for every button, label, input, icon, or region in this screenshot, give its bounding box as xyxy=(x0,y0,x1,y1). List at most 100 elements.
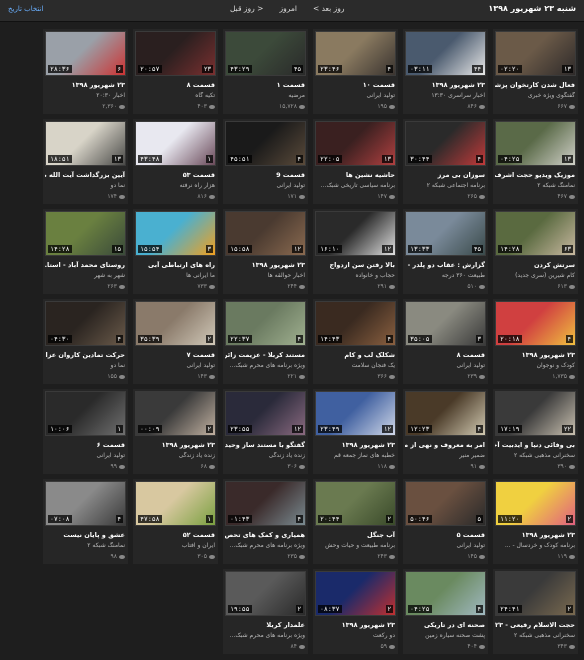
video-thumbnail[interactable]: ۴۳:۴۸ ۱ xyxy=(135,121,216,166)
video-card[interactable]: ۱۴:۴۳ ۴ شکلک لب و کام یک فنجان سلامت ۳۶۶ xyxy=(313,299,398,384)
program-name[interactable]: زنده یاد زندگی xyxy=(135,452,215,459)
video-thumbnail[interactable]: ۴۳:۲۹ ۴۵ xyxy=(225,31,306,76)
video-title[interactable]: موزیک ویدیو حجت اشرف... xyxy=(495,171,575,179)
video-title[interactable]: قسمت ۱ xyxy=(225,81,305,89)
video-thumbnail[interactable]: ۰۰:۰۹ ۲ xyxy=(135,391,216,436)
video-card[interactable]: ۴۳:۴۸ ۱ قسمت ۵۳ هزار راه نرفته ۸۱۶ xyxy=(133,119,218,204)
video-title[interactable]: عشق و پایان نیست xyxy=(45,531,125,539)
video-thumbnail[interactable]: ۰۴:۲۵ ۱۳ xyxy=(495,121,576,166)
video-title[interactable]: بالا رفتن سن ازدواج xyxy=(315,261,395,269)
video-card[interactable]: ۱۶:۱۰ ۱۲ بالا رفتن سن ازدواج حجاب و خانواده… xyxy=(313,209,398,294)
video-title[interactable]: ۲۳ شهریور ۱۳۹۸ xyxy=(405,81,485,89)
program-name[interactable]: اخبار سراسری ۱۳:۳۰ xyxy=(405,92,485,99)
video-title[interactable]: شکلک لب و کام xyxy=(315,351,395,359)
program-name[interactable]: کام شیرین (سری جدید) xyxy=(495,272,575,279)
video-card[interactable]: ۱۷:۱۹ ۲۲ بی وفائی دنیا و ایدبیت آخرت سخنران… xyxy=(493,389,578,474)
program-name[interactable]: نما دو xyxy=(45,182,125,189)
program-name[interactable]: ویژه برنامه های محرم شبک... xyxy=(225,542,305,549)
program-name[interactable]: ویژه برنامه های محرم شبک... xyxy=(225,362,305,369)
video-title[interactable]: قسمت ۵ xyxy=(405,531,485,539)
program-name[interactable]: پشت صحنه سیاره زمین xyxy=(405,632,485,639)
program-name[interactable]: تولید ایرانی xyxy=(225,182,305,189)
video-title[interactable]: همیاری و کمک های تحص... xyxy=(225,531,305,539)
video-thumbnail[interactable]: ۲۳:۴۹ ۱۲ xyxy=(315,391,396,436)
video-card[interactable]: ۰۴:۲۵ ۱۳ موزیک ویدیو حجت اشرف... نمامنگ شبک… xyxy=(493,119,578,204)
video-thumbnail[interactable]: ۰۷:۰۸ ۴ xyxy=(45,481,126,526)
video-title[interactable]: قسمت ۵۳ xyxy=(135,171,215,179)
video-thumbnail[interactable]: ۰۱:۴۳ ۴ xyxy=(225,481,306,526)
program-name[interactable]: ضمیر منیر xyxy=(405,452,485,459)
program-name[interactable]: سخنرانی مذهبی شبکه ۲ xyxy=(495,452,575,459)
video-thumbnail[interactable]: ۲۸:۳۶ ۶ xyxy=(45,31,126,76)
program-name[interactable]: کودک و نوجوان xyxy=(495,362,575,369)
video-title[interactable]: علمدار کربلا xyxy=(225,621,305,629)
video-thumbnail[interactable]: ۲۲:۳۷ ۴ xyxy=(225,301,306,346)
video-title[interactable]: سرتش کردن xyxy=(495,261,575,269)
program-name[interactable]: شهر به شهر xyxy=(45,272,125,279)
video-title[interactable]: بی وفائی دنیا و ایدبیت آخرت xyxy=(495,441,575,449)
video-title[interactable]: روستای محمد آباد - استا... xyxy=(45,261,125,269)
video-title[interactable]: قسمت 9 xyxy=(225,171,305,179)
program-name[interactable]: هزار راه نرفته xyxy=(135,182,215,189)
video-card[interactable]: ۱۸:۵۱ ۱۳ آیین بزرگداشت آیت الله ط... نما دو… xyxy=(43,119,128,204)
video-card[interactable]: ۱۵:۵۸ ۱۲ ۲۳ شهریور ۱۳۹۸ اخبار حوالقه ها ۲۴۴ xyxy=(223,209,308,294)
video-thumbnail[interactable]: ۵۰:۴۶ ۵ xyxy=(405,481,486,526)
video-card[interactable]: ۳۵:۰۵ ۳ قسمت ۸ تولید ایرانی ۲۳۹ xyxy=(403,299,488,384)
video-title[interactable]: قسمت ۷ xyxy=(135,351,215,359)
video-thumbnail[interactable]: ۱۹:۵۵ ۲ xyxy=(225,571,306,616)
video-card[interactable]: ۱۵:۵۴ ۳ راه های ارتباطی آبی ما ایرانی ها ۷۳۳ xyxy=(133,209,218,294)
video-card[interactable]: ۳۵:۳۹ ۲ قسمت ۷ تولید ایرانی ۱۴۳ xyxy=(133,299,218,384)
video-card[interactable]: ۰۸:۳۷ ۲ ۲۳ شهریور ۱۳۹۸ دو رکعت ۵۹ xyxy=(313,569,398,654)
video-thumbnail[interactable]: ۲۳:۵۵ ۱۲ xyxy=(225,391,306,436)
video-thumbnail[interactable]: ۱۳:۳۳ ۴۵ xyxy=(405,211,486,256)
video-card[interactable]: ۲۴:۴۱ ۲ حجت الاسلام رفیعی - ۲۳... سخنرانی م… xyxy=(493,569,578,654)
video-thumbnail[interactable]: ۰۲:۲۰ ۱۳ xyxy=(495,31,576,76)
video-thumbnail[interactable]: ۱۸:۵۱ ۱۳ xyxy=(45,121,126,166)
video-title[interactable]: ۲۳ شهریور ۱۳۹۸ xyxy=(495,351,575,359)
video-card[interactable]: ۴۳:۲۹ ۴۵ قسمت ۱ مرضیه ۱۵,۷۲۸ xyxy=(223,29,308,114)
video-thumbnail[interactable]: ۴۷:۵۸ ۱ xyxy=(135,481,216,526)
video-card[interactable]: ۲۸:۳۶ ۶ ۲۳ شهریور ۱۳۹۸ اخبار ۲۰:۳۰ ۲,۳۶۰ xyxy=(43,29,128,114)
video-title[interactable]: سوزان بی مرز xyxy=(405,171,485,179)
video-thumbnail[interactable]: ۲۳:۴۶ ۴ xyxy=(315,31,396,76)
video-title[interactable]: قسمت ۸ xyxy=(405,351,485,359)
video-title[interactable]: حجت الاسلام رفیعی - ۲۳... xyxy=(495,621,575,629)
video-title[interactable]: قسمت ۱۰ xyxy=(315,81,395,89)
video-thumbnail[interactable]: ۰۴:۳۰ ۴ xyxy=(45,301,126,346)
video-card[interactable]: ۰۱:۴۳ ۴ همیاری و کمک های تحص... ویژه برنامه… xyxy=(223,479,308,564)
video-title[interactable]: گفتگو با مستند ساز وحید ... xyxy=(225,441,305,449)
video-title[interactable]: راه های ارتباطی آبی xyxy=(135,261,215,269)
video-card[interactable]: ۱۴:۲۸ ۶۳ سرتش کردن کام شیرین (سری جدید) ۶۱۳ xyxy=(493,209,578,294)
program-name[interactable]: سخنرانی مذهبی شبکه ۲ xyxy=(495,632,575,639)
video-title[interactable]: ۲۳ شهریور ۱۳۹۸ xyxy=(495,531,575,539)
video-card[interactable]: ۰۴:۲۵ ۴ صحنه ای در تاریکی پشت صحنه سیاره زم… xyxy=(403,569,488,654)
program-name[interactable]: طبیعت ۳۶۰ درجه xyxy=(405,272,485,279)
program-name[interactable]: تولید ایرانی xyxy=(45,452,125,459)
program-name[interactable]: اخبار ۲۰:۳۰ xyxy=(45,92,125,99)
video-thumbnail[interactable]: ۲۰:۵۷ ۲۳ xyxy=(135,31,216,76)
video-card[interactable]: ۲۰:۵۷ ۲۳ قسمت ۸ تکیه گاه ۴۰۳ xyxy=(133,29,218,114)
video-card[interactable]: ۰۷:۰۸ ۴ عشق و پایان نیست نمامنگ شبکه ۲ ۹۸ xyxy=(43,479,128,564)
video-card[interactable]: ۵۰:۴۶ ۵ قسمت ۵ تولید ایرانی ۱۴۵ xyxy=(403,479,488,564)
program-name[interactable]: زنده یاد زندگی xyxy=(225,452,305,459)
video-card[interactable]: ۱۲:۲۳ ۴ امر به معروف و نهی از منکر ضمیر منی… xyxy=(403,389,488,474)
video-title[interactable]: گزارش : عقاب دو پلدر - ڤ... xyxy=(405,261,485,269)
video-thumbnail[interactable]: ۲۲:۰۵ ۱۳ xyxy=(315,121,396,166)
video-card[interactable]: ۲۲:۰۵ ۱۳ حاشیه نشین ها برنامه سیاسی تاریخی … xyxy=(313,119,398,204)
program-name[interactable]: ایران و آفتاب xyxy=(135,542,215,549)
video-card[interactable]: ۲۲:۳۷ ۴ مستند کربلا - عزیمت زائرا... ویژه ب… xyxy=(223,299,308,384)
prev-day-button[interactable]: < روز قبل xyxy=(230,4,263,13)
program-name[interactable]: نمامنگ شبکه ۲ xyxy=(495,182,575,189)
program-name[interactable]: تولید ایرانی xyxy=(405,542,485,549)
video-title[interactable]: ۲۳ شهریور ۱۳۹۸ xyxy=(315,441,395,449)
video-title[interactable]: ۲۳ شهریور ۱۳۹۸ xyxy=(315,621,395,629)
video-thumbnail[interactable]: ۰۸:۳۷ ۲ xyxy=(315,571,396,616)
program-name[interactable]: تولید ایرانی xyxy=(315,92,395,99)
program-name[interactable]: دو رکعت xyxy=(315,632,395,639)
program-name[interactable]: تولید ایرانی xyxy=(405,362,485,369)
video-thumbnail[interactable]: ۱۰:۰۶ ۱ xyxy=(45,391,126,436)
video-card[interactable]: ۱۱:۲۰ ۲ ۲۳ شهریور ۱۳۹۸ برنامه کودک و خردسال… xyxy=(493,479,578,564)
video-thumbnail[interactable]: ۴۵:۵۱ ۴ xyxy=(225,121,306,166)
video-title[interactable]: حاشیه نشین ها xyxy=(315,171,395,179)
video-thumbnail[interactable]: ۱۵:۵۴ ۳ xyxy=(135,211,216,256)
